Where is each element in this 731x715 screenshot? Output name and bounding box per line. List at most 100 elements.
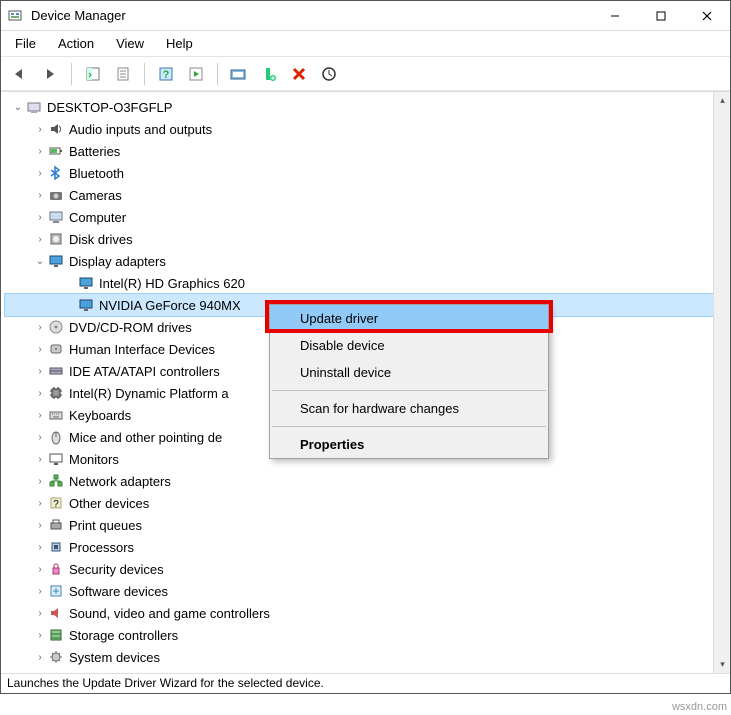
expand-icon[interactable]: ⌄ (11, 102, 25, 113)
expand-icon[interactable]: › (33, 630, 47, 641)
expand-icon[interactable]: › (33, 454, 47, 465)
expand-icon[interactable]: › (33, 212, 47, 223)
context-menu-separator (272, 390, 546, 391)
chip-icon (47, 384, 65, 402)
toolbar: ? (1, 57, 730, 91)
tree-category[interactable]: ›Disk drives (5, 228, 713, 250)
software-icon (47, 582, 65, 600)
app-icon (7, 8, 23, 24)
tree-category[interactable]: ⌄Display adapters (5, 250, 713, 272)
tree-label: Print queues (69, 518, 142, 533)
expand-icon[interactable]: › (33, 410, 47, 421)
tree-category[interactable]: › Security devices (5, 558, 713, 580)
tree-category[interactable]: › Computer (5, 206, 713, 228)
show-hide-console-button[interactable] (80, 61, 106, 87)
expand-icon[interactable]: › (33, 168, 47, 179)
tree-category[interactable]: › Bluetooth (5, 162, 713, 184)
expand-icon[interactable]: › (33, 564, 47, 575)
tree-category[interactable]: › Print queues (5, 514, 713, 536)
expand-icon[interactable]: › (33, 542, 47, 553)
expand-icon[interactable]: › (33, 498, 47, 509)
context-menu-item[interactable]: Update driver (270, 305, 548, 332)
tree-category[interactable]: › Software devices (5, 580, 713, 602)
tree-label: Intel(R) HD Graphics 620 (99, 276, 245, 291)
tree-category[interactable]: › Network adapters (5, 470, 713, 492)
expand-icon[interactable]: › (33, 146, 47, 157)
tree-category[interactable]: ›?Other devices (5, 492, 713, 514)
context-menu-item[interactable]: Uninstall device (270, 359, 548, 386)
uninstall-button[interactable] (286, 61, 312, 87)
expand-icon[interactable]: › (33, 124, 47, 135)
tree-label: NVIDIA GeForce 940MX (99, 298, 241, 313)
expand-icon[interactable]: › (33, 344, 47, 355)
forward-button[interactable] (37, 61, 63, 87)
context-menu-separator (272, 426, 546, 427)
close-button[interactable] (684, 1, 730, 31)
update-driver-button[interactable] (316, 61, 342, 87)
help-button[interactable]: ? (153, 61, 179, 87)
tree-label: Intel(R) Dynamic Platform a (69, 386, 229, 401)
expand-icon[interactable]: ⌄ (33, 256, 47, 267)
display-icon (77, 296, 95, 314)
expand-icon[interactable]: › (33, 476, 47, 487)
tree-category[interactable]: ›System devices (5, 646, 713, 668)
action-button[interactable] (183, 61, 209, 87)
tree-root[interactable]: ⌄ DESKTOP-O3FGFLP (5, 96, 713, 118)
other-icon: ? (47, 494, 65, 512)
vertical-scrollbar[interactable]: ▴ ▾ (713, 92, 730, 673)
tree-label: Software devices (69, 584, 168, 599)
tree-category[interactable]: › Processors (5, 536, 713, 558)
expand-icon[interactable]: › (33, 520, 47, 531)
expand-icon[interactable]: › (33, 608, 47, 619)
hid-icon (47, 340, 65, 358)
menu-action[interactable]: Action (48, 33, 104, 54)
display-icon (47, 252, 65, 270)
context-menu-item[interactable]: Disable device (270, 332, 548, 359)
expand-icon[interactable]: › (33, 366, 47, 377)
tree-label: Audio inputs and outputs (69, 122, 212, 137)
tree-label: Processors (69, 540, 134, 555)
tree-label: Bluetooth (69, 166, 124, 181)
storage-icon (47, 626, 65, 644)
cpu-icon (47, 538, 65, 556)
expand-icon[interactable]: › (33, 322, 47, 333)
maximize-button[interactable] (638, 1, 684, 31)
expand-icon[interactable]: › (33, 234, 47, 245)
back-button[interactable] (7, 61, 33, 87)
expand-icon[interactable]: › (33, 388, 47, 399)
menu-file[interactable]: File (5, 33, 46, 54)
scroll-up-button[interactable]: ▴ (714, 92, 730, 109)
tree-label: DVD/CD-ROM drives (69, 320, 192, 335)
expand-icon[interactable]: › (33, 586, 47, 597)
tree-label: Network adapters (69, 474, 171, 489)
tree-label: Monitors (69, 452, 119, 467)
tree-category[interactable]: › Audio inputs and outputs (5, 118, 713, 140)
tree-category[interactable]: ›Cameras (5, 184, 713, 206)
svg-text:?: ? (163, 69, 170, 81)
menu-bar: File Action View Help (1, 31, 730, 57)
scroll-down-button[interactable]: ▾ (714, 656, 730, 673)
properties-button[interactable] (110, 61, 136, 87)
expand-icon[interactable]: › (33, 652, 47, 663)
tree-device[interactable]: Intel(R) HD Graphics 620 (5, 272, 713, 294)
computer-icon (47, 208, 65, 226)
tree-category[interactable]: ›Storage controllers (5, 624, 713, 646)
tree-label: Computer (69, 210, 126, 225)
scan-hardware-button[interactable] (226, 61, 252, 87)
context-menu-item[interactable]: Properties (270, 431, 548, 458)
tree-label: Security devices (69, 562, 164, 577)
tree-label: Keyboards (69, 408, 131, 423)
ide-icon (47, 362, 65, 380)
add-hardware-button[interactable] (256, 61, 282, 87)
menu-view[interactable]: View (106, 33, 154, 54)
tree-category[interactable]: ›Batteries (5, 140, 713, 162)
network-icon (47, 472, 65, 490)
menu-help[interactable]: Help (156, 33, 203, 54)
context-menu-item[interactable]: Scan for hardware changes (270, 395, 548, 422)
root-icon (25, 98, 43, 116)
minimize-button[interactable] (592, 1, 638, 31)
expand-icon[interactable]: › (33, 190, 47, 201)
expand-icon[interactable]: › (33, 432, 47, 443)
tree-label: DESKTOP-O3FGFLP (47, 100, 172, 115)
tree-category[interactable]: ›Sound, video and game controllers (5, 602, 713, 624)
